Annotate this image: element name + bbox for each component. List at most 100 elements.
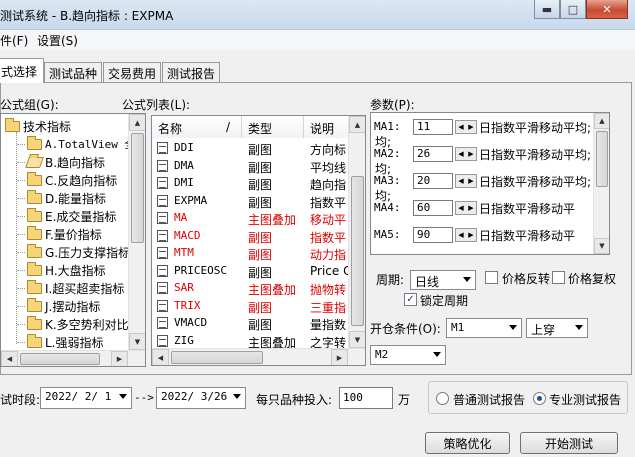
tree-item[interactable]: A.TotalView 全 bbox=[17, 135, 135, 153]
list-item[interactable]: DMI 副图 趋向指 bbox=[152, 175, 350, 193]
tab-trade-fees[interactable]: 交易费用 bbox=[103, 62, 161, 82]
scroll-down-icon[interactable]: ▼ bbox=[129, 333, 145, 350]
menu-file[interactable]: 件(F) bbox=[0, 32, 28, 49]
period-select[interactable]: 日线 bbox=[410, 270, 476, 290]
lock-period-checkbox[interactable]: ✓ bbox=[404, 293, 417, 306]
tree-item[interactable]: J.摆动指标 bbox=[17, 297, 100, 315]
spin-left-icon[interactable]: ◀ bbox=[458, 123, 463, 131]
report-normal-radio[interactable] bbox=[436, 392, 449, 405]
list-item[interactable]: VMACD 副图 量指数 bbox=[152, 315, 350, 333]
price-reverse-checkbox[interactable] bbox=[485, 271, 498, 284]
price-restore-checkbox[interactable] bbox=[552, 271, 565, 284]
param-name: MA5: bbox=[374, 228, 401, 241]
param-value-input[interactable]: 90 bbox=[413, 227, 453, 243]
scroll-left-icon[interactable]: ◀ bbox=[1, 351, 18, 366]
spin-left-icon[interactable]: ◀ bbox=[458, 150, 463, 158]
list-item[interactable]: DDI 副图 方向标 bbox=[152, 140, 350, 158]
tree-horizontal-scrollbar[interactable]: ◀ ▶ bbox=[1, 350, 145, 366]
param-spinner[interactable]: ◀ ▶ bbox=[455, 147, 477, 161]
tree-item[interactable]: G.压力支撑指标 bbox=[17, 243, 130, 261]
list-vertical-scrollbar[interactable]: ▲ ▼ bbox=[348, 116, 365, 348]
scroll-right-icon[interactable]: ▶ bbox=[111, 351, 128, 366]
spin-right-icon[interactable]: ▶ bbox=[468, 204, 473, 212]
tree-item[interactable]: L.强弱指标 bbox=[17, 333, 104, 351]
scroll-down-icon[interactable]: ▼ bbox=[594, 238, 609, 254]
params-scrollbar[interactable]: ▲ ▼ bbox=[593, 113, 609, 254]
invest-input[interactable]: 100 bbox=[339, 387, 393, 409]
spin-left-icon[interactable]: ◀ bbox=[458, 231, 463, 239]
date-value: 2022/ 3/26 bbox=[161, 390, 228, 403]
param-spinner[interactable]: ◀ ▶ bbox=[455, 174, 477, 188]
tree-item[interactable]: H.大盘指标 bbox=[17, 261, 106, 279]
scroll-thumb[interactable] bbox=[351, 176, 364, 326]
spin-left-icon[interactable]: ◀ bbox=[458, 177, 463, 185]
window-title: 测试系统 - B.趋向指标 : EXPMA bbox=[0, 9, 174, 23]
folder-icon bbox=[27, 243, 42, 258]
tree-item[interactable]: F.量价指标 bbox=[17, 225, 102, 243]
tree-item[interactable]: B.趋向指标 bbox=[17, 153, 105, 171]
minimize-button[interactable]: ▬ bbox=[534, 0, 560, 19]
open-condition-second-select[interactable]: M2 bbox=[370, 345, 446, 365]
scroll-up-icon[interactable]: ▲ bbox=[129, 114, 145, 131]
list-item[interactable]: SAR 主图叠加 抛物转 bbox=[152, 280, 350, 298]
scroll-up-icon[interactable]: ▲ bbox=[594, 113, 609, 129]
spin-left-icon[interactable]: ◀ bbox=[458, 204, 463, 212]
start-date-picker[interactable]: 2022/ 2/ 1 bbox=[40, 387, 132, 409]
spin-right-icon[interactable]: ▶ bbox=[468, 177, 473, 185]
menu-settings[interactable]: 设置(S) bbox=[37, 32, 78, 49]
start-test-button[interactable]: 开始测试 bbox=[520, 432, 618, 454]
close-button[interactable]: ✕ bbox=[586, 0, 628, 19]
list-horizontal-scrollbar[interactable]: ◀ ▶ bbox=[152, 348, 365, 365]
tab-test-instruments[interactable]: 测试品种 bbox=[44, 62, 102, 82]
tree-vertical-scrollbar[interactable]: ▲ ▼ bbox=[128, 114, 145, 350]
formula-doc-icon bbox=[157, 247, 168, 259]
spin-right-icon[interactable]: ▶ bbox=[468, 123, 473, 131]
param-spinner[interactable]: ◀ ▶ bbox=[455, 120, 477, 134]
param-value-input[interactable]: 26 bbox=[413, 146, 453, 162]
list-item[interactable]: MTM 副图 动力指 bbox=[152, 245, 350, 263]
param-value-input[interactable]: 60 bbox=[413, 200, 453, 216]
open-condition-cross-select[interactable]: 上穿 bbox=[526, 318, 588, 338]
param-spinner[interactable]: ◀ ▶ bbox=[455, 228, 477, 242]
formula-list[interactable]: 名称 / 类型 说明 DDI 副图 方向标 DMA 副图 平均线 DMI 副图 趋向指 EXPMA… bbox=[151, 115, 366, 366]
scroll-up-icon[interactable]: ▲ bbox=[349, 116, 365, 133]
tree-item[interactable]: K.多空势利对比 bbox=[17, 315, 129, 333]
tree-item[interactable]: E.成交量指标 bbox=[17, 207, 116, 225]
list-item[interactable]: MA 主图叠加 移动平 bbox=[152, 210, 350, 228]
tree-item[interactable]: I.超买超卖指标 bbox=[17, 279, 124, 297]
list-item[interactable]: DMA 副图 平均线 bbox=[152, 158, 350, 176]
report-pro-radio[interactable] bbox=[533, 392, 546, 405]
scroll-down-icon[interactable]: ▼ bbox=[349, 331, 365, 348]
list-item[interactable]: TRIX 副图 三重指 bbox=[152, 298, 350, 316]
scroll-left-icon[interactable]: ◀ bbox=[152, 349, 169, 365]
formula-group-tree[interactable]: 技术指标 A.TotalView 全 B.趋向指标 C.反趋向指标 D.能量指标… bbox=[0, 113, 146, 367]
column-header-name[interactable]: 名称 / bbox=[152, 116, 242, 138]
end-date-picker[interactable]: 2022/ 3/26 bbox=[156, 387, 246, 409]
list-item[interactable]: EXPMA 副图 指数平 bbox=[152, 193, 350, 211]
scroll-right-icon[interactable]: ▶ bbox=[331, 349, 348, 365]
scroll-thumb[interactable] bbox=[131, 133, 144, 243]
optimize-button[interactable]: 策略优化 bbox=[425, 432, 510, 454]
formula-doc-icon bbox=[157, 177, 168, 189]
formula-type: 副图 bbox=[248, 300, 273, 315]
spin-right-icon[interactable]: ▶ bbox=[468, 150, 473, 158]
tab-test-report[interactable]: 测试报告 bbox=[162, 62, 220, 82]
open-condition-indicator-select[interactable]: M1 bbox=[446, 318, 522, 338]
maximize-button[interactable]: □ bbox=[560, 0, 586, 19]
param-value-input[interactable]: 11 bbox=[413, 119, 453, 135]
scroll-thumb[interactable] bbox=[20, 353, 100, 365]
list-item[interactable]: PRICEOSC 副图 Price O bbox=[152, 263, 350, 281]
tree-item[interactable]: 技术指标 bbox=[5, 117, 71, 135]
column-header-desc[interactable]: 说明 bbox=[304, 116, 350, 138]
tree-line bbox=[17, 270, 25, 271]
column-header-type[interactable]: 类型 bbox=[242, 116, 304, 138]
scroll-thumb[interactable] bbox=[596, 131, 608, 187]
param-spinner[interactable]: ◀ ▶ bbox=[455, 201, 477, 215]
param-value-input[interactable]: 20 bbox=[413, 173, 453, 189]
list-item[interactable]: MACD 副图 指数平 bbox=[152, 228, 350, 246]
tree-item[interactable]: C.反趋向指标 bbox=[17, 171, 117, 189]
spin-right-icon[interactable]: ▶ bbox=[468, 231, 473, 239]
scroll-thumb[interactable] bbox=[171, 351, 263, 364]
tree-item[interactable]: D.能量指标 bbox=[17, 189, 106, 207]
tab-formula-select[interactable]: 式选择 bbox=[0, 58, 44, 83]
